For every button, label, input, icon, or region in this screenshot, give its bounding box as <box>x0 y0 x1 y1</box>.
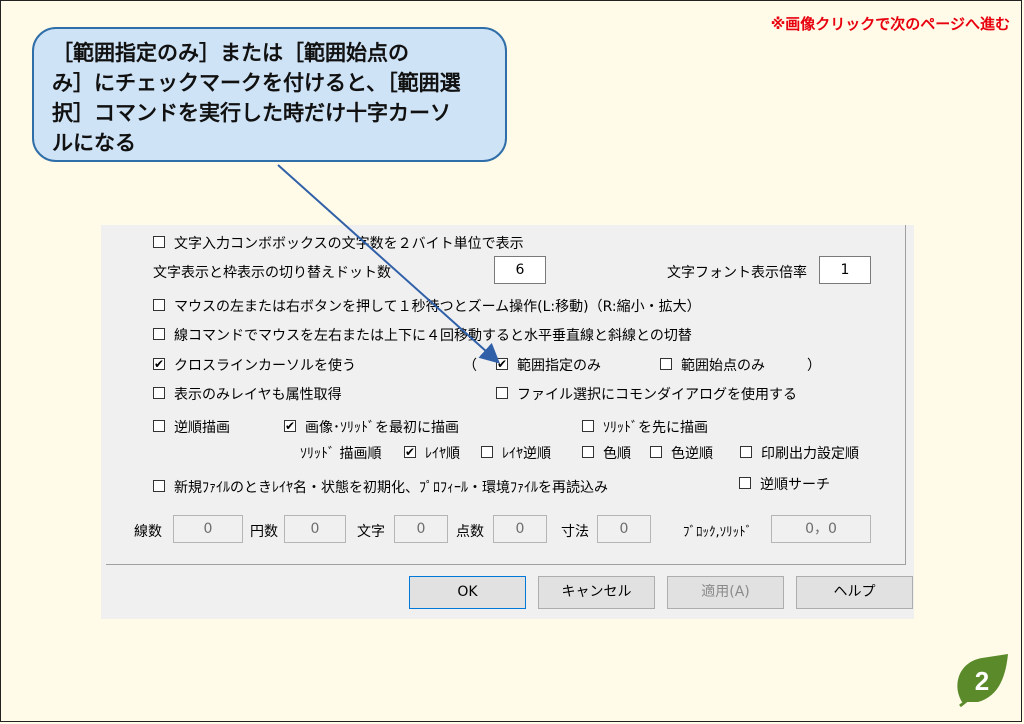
page-number-badge: 2 <box>957 654 1008 708</box>
callout-arrow <box>277 164 500 364</box>
page-number: 2 <box>975 666 989 696</box>
